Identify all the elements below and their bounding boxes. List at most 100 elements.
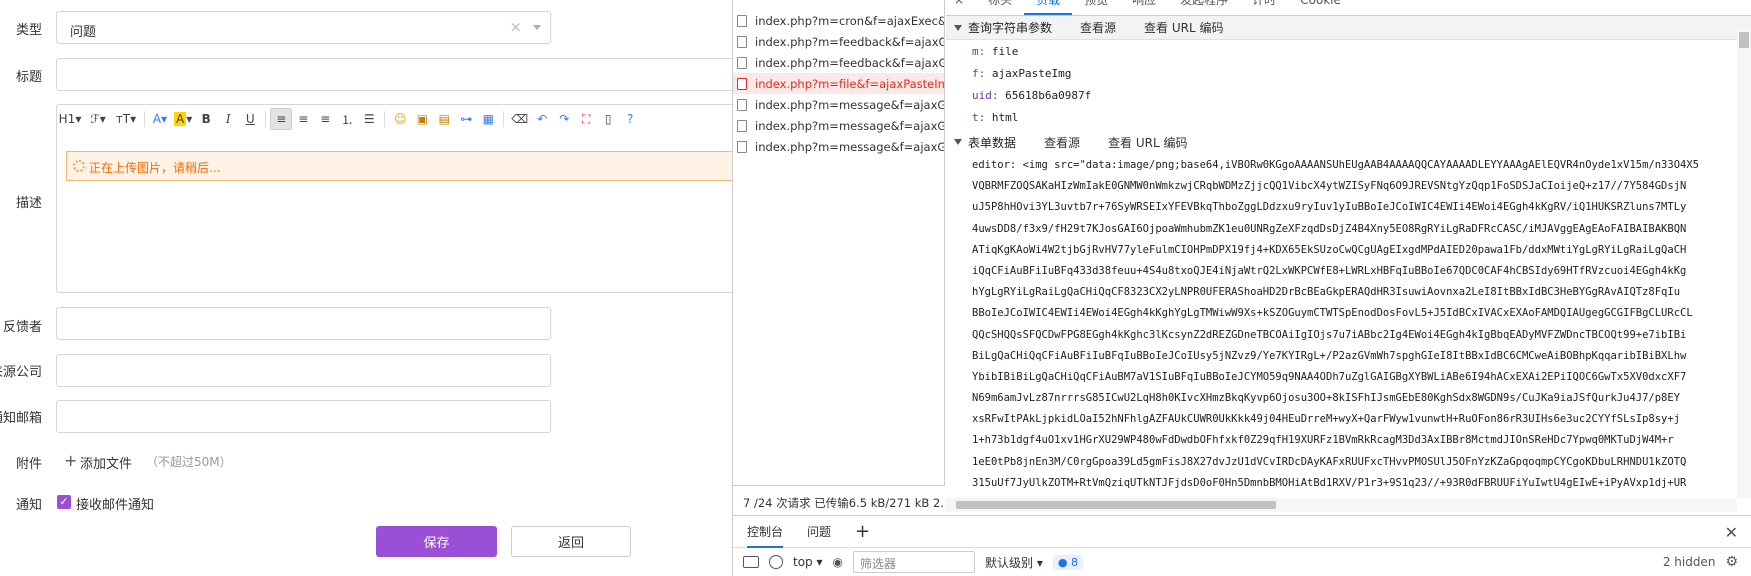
image-icon[interactable]: ▣ [411, 108, 433, 130]
file-icon [737, 140, 747, 153]
param-key: m: [972, 45, 986, 58]
param-key: uid: [972, 89, 999, 102]
title-input[interactable] [56, 58, 732, 91]
form-section-header[interactable]: 表单数据 查看源 查看 URL 编码 [946, 129, 1751, 155]
notify-checkbox[interactable]: ✓ [57, 495, 71, 509]
tab-console[interactable]: 控制台 [747, 523, 784, 548]
tab-headers[interactable]: 标头 [976, 0, 1024, 15]
company-input[interactable] [56, 354, 551, 387]
undo-icon[interactable]: ↶ [531, 108, 553, 130]
request-item[interactable]: index.php?m=message&f=ajaxG [733, 136, 944, 157]
font-family-label: ℱ [90, 112, 100, 126]
table-icon[interactable]: ▦ [477, 108, 499, 130]
filter-input[interactable]: 筛选器 [853, 551, 975, 573]
emoji-icon[interactable]: ☺ [389, 108, 411, 130]
chevron-down-icon[interactable] [533, 25, 541, 30]
heading-button[interactable]: H1 ▾ [56, 108, 84, 130]
clear-icon[interactable]: × [509, 18, 522, 36]
align-right-icon[interactable]: ≡ [314, 108, 336, 130]
underline-button[interactable]: U [239, 108, 261, 130]
context-select[interactable]: top ▾ [793, 555, 823, 569]
align-center-icon[interactable]: ≡ [292, 108, 314, 130]
view-source-link[interactable]: 查看源 [1044, 134, 1080, 151]
back-button[interactable]: 返回 [511, 526, 631, 557]
type-value: 问题 [70, 25, 97, 40]
plus-icon[interactable]: + [64, 451, 77, 470]
view-url-encoded-link[interactable]: 查看 URL 编码 [1108, 134, 1187, 151]
uploading-text: 正在上传图片，请稍后... [89, 161, 221, 175]
vertical-scrollbar[interactable] [1737, 28, 1751, 498]
font-color-label: A [152, 112, 162, 126]
request-url: index.php?m=feedback&f=ajaxG [755, 34, 944, 49]
vertical-scroll-thumb[interactable] [1739, 32, 1749, 48]
log-level-select[interactable]: 默认级别 ▾ [985, 554, 1043, 571]
close-icon[interactable]: ✕ [1725, 523, 1738, 542]
issues-badge[interactable]: ● 8 [1052, 554, 1083, 570]
attachment-label: 附件 [15, 457, 42, 472]
notify-checkbox-label: 接收邮件通知 [76, 498, 155, 513]
bold-button[interactable]: B [195, 108, 217, 130]
view-source-link[interactable]: 查看源 [1080, 19, 1116, 36]
description-label: 描述 [15, 196, 42, 211]
horizontal-scroll-thumb[interactable] [956, 501, 1276, 509]
request-item[interactable]: index.php?m=feedback&f=ajaxG [733, 31, 944, 52]
description-editor[interactable] [56, 104, 732, 293]
save-button[interactable]: 保存 [376, 526, 497, 557]
request-item[interactable]: index.php?m=message&f=ajaxG [733, 94, 944, 115]
tab-preview[interactable]: 预览 [1072, 0, 1120, 15]
request-summary: 7 /24 次请求 已传输6.5 kB/271 kB 2.5 [733, 485, 945, 515]
request-item[interactable]: index.php?m=message&f=ajaxG [733, 115, 944, 136]
sidebar-toggle-icon[interactable] [743, 556, 759, 568]
tab-payload[interactable]: 负载 [1024, 0, 1073, 15]
feedback-by-input[interactable] [56, 307, 551, 340]
view-url-encoded-link[interactable]: 查看 URL 编码 [1144, 19, 1223, 36]
request-url: index.php?m=feedback&f=ajaxG [755, 55, 944, 70]
collapse-icon [954, 24, 962, 31]
request-item-selected[interactable]: index.php?m=file&f=ajaxPasteIm [733, 73, 944, 94]
eye-icon[interactable]: ◉ [833, 555, 843, 569]
font-family-button[interactable]: ℱ ▾ [84, 108, 112, 130]
request-item[interactable]: index.php?m=cron&f=ajaxExec& [733, 10, 944, 31]
editor-toolbar: H1 ▾ ℱ ▾ тT ▾ A ▾ A ▾ B I U ≡ ≡ ≡ ⒈ ☰ ☺ ▣ ▤ ⊶… [56, 106, 641, 132]
redo-icon[interactable]: ↷ [553, 108, 575, 130]
file-icon [737, 77, 747, 90]
type-select[interactable]: 问题 × [56, 11, 551, 44]
add-tab-icon[interactable]: + [855, 521, 870, 542]
email-label: 通知邮箱 [0, 411, 42, 426]
bullet-list-icon[interactable]: ☰ [358, 108, 380, 130]
email-input[interactable] [56, 400, 551, 433]
query-section-header[interactable]: 查询字符串参数 查看源 查看 URL 编码 [946, 16, 1751, 40]
close-icon[interactable]: × [946, 0, 976, 15]
align-left-icon[interactable]: ≡ [270, 108, 293, 130]
eraser-icon[interactable]: ⌫ [508, 108, 531, 130]
clear-console-icon[interactable] [769, 555, 783, 569]
divider [144, 111, 145, 127]
gear-icon[interactable]: ⚙ [1725, 554, 1738, 570]
add-file-link[interactable]: 添加文件 [80, 453, 132, 472]
source-icon[interactable]: ▯ [597, 108, 619, 130]
media-icon[interactable]: ▤ [433, 108, 455, 130]
file-icon [737, 14, 747, 27]
tab-response[interactable]: 响应 [1120, 0, 1168, 15]
link-icon[interactable]: ⊶ [455, 108, 477, 130]
horizontal-scrollbar[interactable] [946, 498, 1737, 512]
tab-issues[interactable]: 问题 [807, 523, 831, 540]
file-icon [737, 35, 747, 48]
help-icon[interactable]: ? [619, 108, 641, 130]
form-section-title: 表单数据 [968, 135, 1017, 150]
tab-cookie[interactable]: Cookie [1288, 0, 1353, 15]
uploading-notice: 正在上传图片，请稍后... [66, 151, 732, 181]
ordered-list-icon[interactable]: ⒈ [336, 108, 358, 130]
devtools-panel: index.php?m=cron&f=ajaxExec& index.php?m… [732, 0, 1751, 576]
fullscreen-icon[interactable]: ⛶ [575, 108, 597, 130]
tab-timing[interactable]: 计时 [1240, 0, 1288, 15]
bg-color-button[interactable]: A ▾ [171, 108, 195, 130]
italic-button[interactable]: I [217, 108, 239, 130]
form-data-line: ATiqKgKAoWi4W2tjbGjRvHV77yleFulmCIOHPmDP… [972, 243, 1687, 256]
font-color-button[interactable]: A ▾ [149, 108, 171, 130]
font-size-label: тT [115, 112, 131, 126]
request-item[interactable]: index.php?m=feedback&f=ajaxG [733, 52, 944, 73]
font-size-button[interactable]: тT ▾ [112, 108, 140, 130]
request-url: index.php?m=message&f=ajaxG [755, 118, 944, 133]
tab-initiator[interactable]: 发起程序 [1168, 0, 1240, 15]
